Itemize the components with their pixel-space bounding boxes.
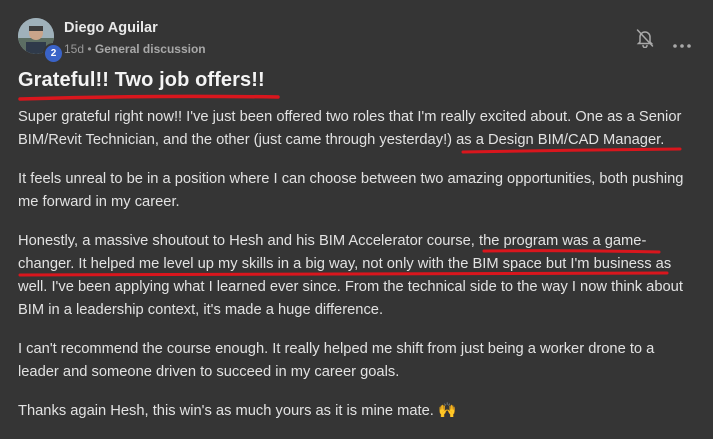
paragraph-1: Super grateful right now!! I've just bee… <box>18 106 698 152</box>
paragraph-3-rest: well. I've been applying what I learned … <box>18 279 683 318</box>
post-body: Super grateful right now!! I've just bee… <box>18 106 698 439</box>
post-time: 15d <box>64 42 85 56</box>
highlighted-role: as a Design BIM/CAD Manager. <box>456 132 665 148</box>
author-name[interactable]: Diego Aguilar <box>64 20 158 36</box>
post-header: 2 Diego Aguilar 15d • General discussion <box>18 14 713 64</box>
post-category[interactable]: General discussion <box>95 42 206 56</box>
paragraph-2: It feels unreal to be in a position wher… <box>18 171 684 210</box>
paragraph-5-text: Thanks again Hesh, this win's as much yo… <box>18 403 434 419</box>
level-badge: 2 <box>43 43 64 64</box>
paragraph-4: I can't recommend the course enough. It … <box>18 341 655 380</box>
paragraph-5: Thanks again Hesh, this win's as much yo… <box>18 400 698 423</box>
post-title: Grateful!! Two job offers!! <box>18 69 265 91</box>
paragraph-3-text: Honestly, a massive shoutout to Hesh and… <box>18 233 479 249</box>
avatar[interactable]: 2 <box>18 18 64 64</box>
paragraph-3: Honestly, a massive shoutout to Hesh and… <box>18 230 698 322</box>
more-options-icon[interactable] <box>672 36 692 48</box>
meta-separator: • <box>84 42 95 56</box>
bell-off-icon[interactable] <box>636 28 654 49</box>
post-meta: 15d • General discussion <box>64 42 206 56</box>
raising-hands-emoji: 🙌 <box>437 403 457 419</box>
title-underline <box>18 94 280 101</box>
